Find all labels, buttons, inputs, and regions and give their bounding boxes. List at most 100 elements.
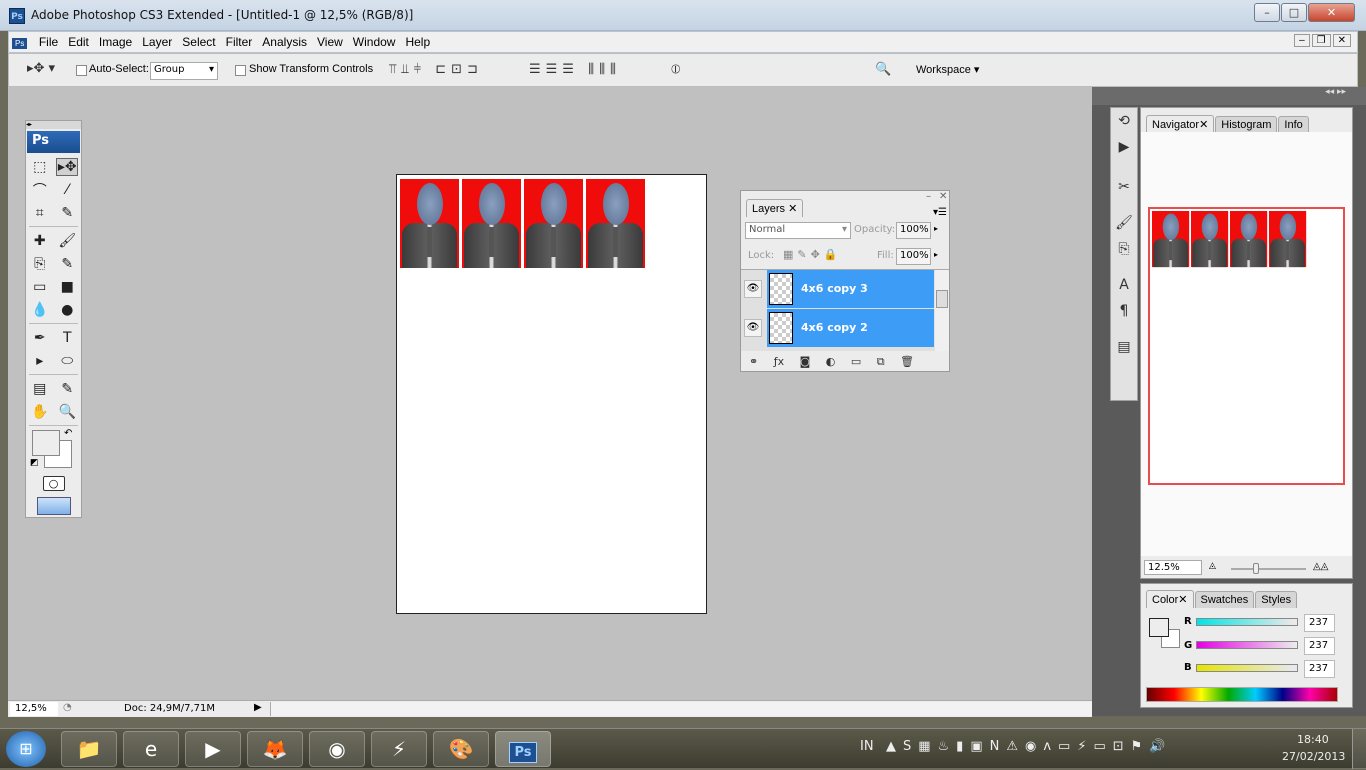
opacity-slider-arrow[interactable]: ▸ — [934, 224, 938, 233]
clock-time[interactable]: 18:40 — [1297, 733, 1329, 746]
blue-value-field[interactable]: 237 — [1304, 660, 1335, 678]
tool-button[interactable]: ▸✥ — [56, 157, 79, 176]
opacity-field[interactable]: 100% — [896, 222, 931, 239]
tool-button[interactable]: 🔍 — [56, 404, 78, 420]
menu-select[interactable]: Select — [177, 32, 220, 52]
tool-button[interactable]: ✋ — [29, 404, 51, 420]
tab-swatches[interactable]: Swatches — [1194, 591, 1255, 608]
color-spectrum-bar[interactable] — [1146, 687, 1338, 702]
taskbar-photoshop-button[interactable]: Ps — [495, 731, 551, 767]
auto-select-dropdown[interactable]: Group ▾ — [150, 62, 218, 80]
layers-scrollbar[interactable] — [935, 270, 949, 351]
doc-close-button[interactable]: ✕ — [1332, 34, 1351, 47]
menu-image[interactable]: Image — [94, 32, 137, 52]
panel-close-icon[interactable]: ✕ — [939, 191, 947, 202]
show-transform-checkbox[interactable] — [235, 65, 246, 76]
taskbar-paint-button[interactable]: 🎨 — [433, 731, 489, 767]
menu-file[interactable]: File — [34, 32, 63, 52]
red-slider[interactable] — [1196, 618, 1298, 626]
blue-slider[interactable] — [1196, 664, 1298, 672]
character-icon[interactable]: A — [1111, 272, 1137, 298]
layer-row[interactable]: 4x6 copy 2 — [767, 309, 934, 347]
tool-button[interactable]: T — [56, 330, 78, 346]
document-icon[interactable]: Ps — [12, 38, 28, 49]
status-menu-arrow[interactable]: ▶ — [254, 702, 262, 713]
status-zoom-field[interactable]: 12,5% — [10, 702, 58, 716]
auto-select-checkbox[interactable] — [76, 65, 87, 76]
doc-restore-button[interactable]: ❐ — [1311, 34, 1331, 47]
visibility-eye-icon[interactable]: 👁 — [744, 280, 762, 298]
tab-styles[interactable]: Styles — [1255, 591, 1298, 608]
tab-histogram[interactable]: Histogram — [1215, 116, 1278, 133]
minimize-button[interactable]: – — [1254, 3, 1280, 22]
tool-button[interactable]: 🖌 — [56, 233, 78, 249]
tool-button[interactable]: ✎ — [56, 381, 78, 397]
navigator-zoom-field[interactable]: 12.5% — [1144, 560, 1202, 575]
tool-button[interactable]: ✒ — [29, 330, 51, 346]
move-tool-preset-icon[interactable]: ▸✥ ▾ — [27, 61, 55, 76]
red-value-field[interactable]: 237 — [1304, 614, 1335, 632]
photoshop-app-icon[interactable]: Ps — [9, 8, 25, 24]
tool-button[interactable]: ⁄ — [56, 182, 78, 198]
distribute-buttons-icon[interactable]: ☰☰☰ ⫼⫼⫼ — [529, 62, 621, 77]
taskbar-chrome-button[interactable]: ◉ — [309, 731, 365, 767]
doc-minimize-button[interactable]: – — [1294, 34, 1310, 47]
zoom-in-icon[interactable]: ◬◬ — [1313, 561, 1328, 572]
maximize-button[interactable]: □ — [1281, 3, 1307, 22]
taskbar-explorer-button[interactable]: 📁 — [61, 731, 117, 767]
default-colors-icon[interactable]: ◩ — [30, 458, 39, 468]
bridge-icon[interactable]: 🔍 — [875, 62, 891, 77]
menu-layer[interactable]: Layer — [137, 32, 177, 52]
horizontal-scrollbar[interactable] — [270, 702, 1092, 716]
tool-presets-icon[interactable]: ✂ — [1111, 174, 1137, 200]
blend-mode-dropdown[interactable]: Normal ▾ — [745, 222, 851, 239]
tool-button[interactable]: ● — [56, 302, 78, 318]
menu-view[interactable]: View — [312, 32, 348, 52]
dock-collapse-bar[interactable]: ◂◂ ▸▸ — [1092, 87, 1366, 105]
tool-button[interactable]: ✎ — [56, 205, 78, 221]
tool-button[interactable]: ✎ — [56, 256, 78, 272]
tab-color[interactable]: Color✕ — [1146, 590, 1194, 608]
clone-source-icon[interactable]: ⎘ — [1111, 236, 1137, 262]
lock-icons[interactable]: ▦✎✥🔒 — [783, 248, 842, 261]
taskbar-media-player-button[interactable]: ▶ — [185, 731, 241, 767]
taskbar-internet-explorer-button[interactable]: e — [123, 731, 179, 767]
taskbar-winamp-button[interactable]: ⚡ — [371, 731, 427, 767]
align-buttons-icon[interactable]: ⫪⫫⫩ ⊏⊡⊐ — [389, 62, 483, 77]
screen-mode-button[interactable] — [26, 497, 81, 518]
show-desktop-button[interactable] — [1352, 729, 1366, 769]
tool-button[interactable]: ⬚ — [29, 159, 51, 175]
swap-colors-icon[interactable]: ↶ — [64, 428, 72, 439]
tool-button[interactable]: ▤ — [29, 381, 51, 397]
tool-button[interactable]: ⌒ — [29, 180, 51, 200]
panel-minimize-icon[interactable]: – — [926, 191, 931, 202]
auto-align-icon[interactable]: ⦶ — [671, 62, 680, 77]
layer-row[interactable]: 4x6 copy 3 — [767, 270, 934, 308]
tool-button[interactable]: ⬭ — [56, 353, 78, 369]
tab-layers[interactable]: Layers ✕ — [746, 199, 804, 217]
start-button[interactable]: ⊞ — [6, 731, 46, 767]
workspace-button[interactable]: Workspace ▾ — [916, 63, 979, 76]
foreground-color-swatch[interactable] — [32, 430, 60, 456]
tool-button[interactable]: 💧 — [29, 302, 51, 318]
tool-button[interactable]: ✚ — [29, 233, 51, 249]
fill-slider-arrow[interactable]: ▸ — [934, 250, 938, 259]
paragraph-icon[interactable]: ¶ — [1111, 298, 1137, 324]
layers-footer-icons[interactable]: ⚭ ƒx ◙ ◐ ▭ ⧉ 🗑 — [749, 355, 914, 369]
green-value-field[interactable]: 237 — [1304, 637, 1335, 655]
menu-help[interactable]: Help — [400, 32, 435, 52]
layer-comps-icon[interactable]: ▤ — [1111, 334, 1137, 360]
zoom-out-icon[interactable]: ◬ — [1209, 561, 1216, 571]
menu-filter[interactable]: Filter — [221, 32, 258, 52]
fill-field[interactable]: 100% — [896, 248, 931, 265]
quick-mask-button[interactable]: ○ — [26, 476, 81, 491]
status-info-icon[interactable]: ◔ — [63, 702, 72, 713]
menu-edit[interactable]: Edit — [63, 32, 94, 52]
foreground-color-box[interactable] — [1149, 618, 1169, 637]
tool-button[interactable]: ▸ — [29, 353, 51, 369]
actions-icon[interactable]: ▶ — [1111, 134, 1137, 160]
language-indicator[interactable]: IN — [860, 739, 874, 754]
layer-row[interactable] — [767, 348, 934, 351]
menu-analysis[interactable]: Analysis — [257, 32, 312, 52]
tool-button[interactable]: ■ — [56, 279, 78, 295]
